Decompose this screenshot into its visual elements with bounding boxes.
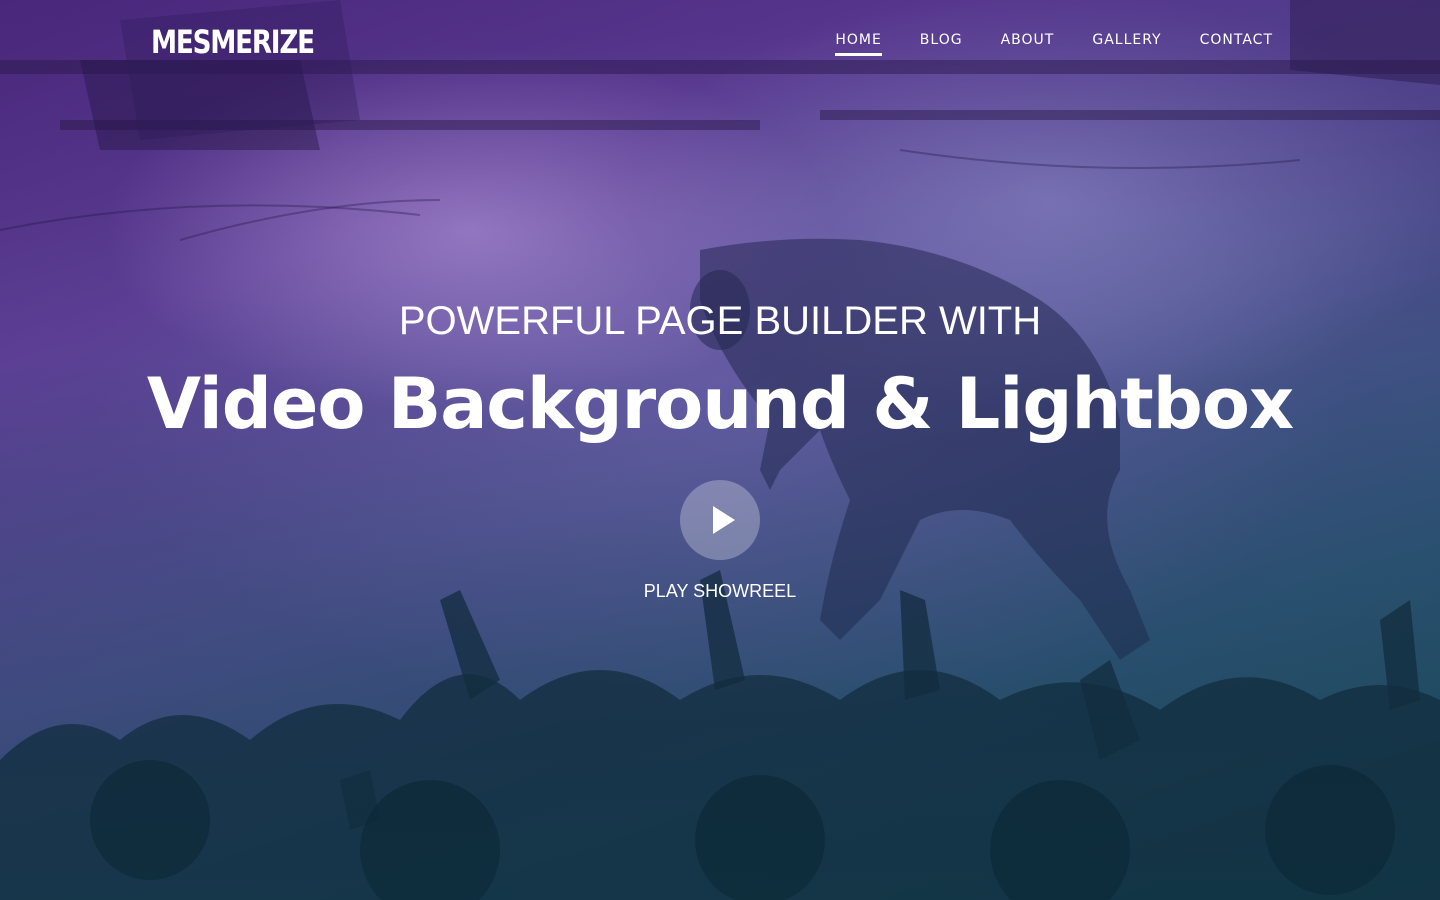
hero-content: POWERFUL PAGE BUILDER WITH Video Backgro… <box>0 0 1440 900</box>
hero-section: MESMERIZE HOME BLOG ABOUT GALLERY CONTAC… <box>0 0 1440 900</box>
hero-title: Video Background & Lightbox <box>146 363 1294 445</box>
play-icon <box>713 506 735 534</box>
play-showreel-button[interactable] <box>680 480 760 560</box>
play-showreel-label[interactable]: PLAY SHOWREEL <box>0 580 1440 602</box>
hero-subtitle: POWERFUL PAGE BUILDER WITH <box>398 299 1042 343</box>
